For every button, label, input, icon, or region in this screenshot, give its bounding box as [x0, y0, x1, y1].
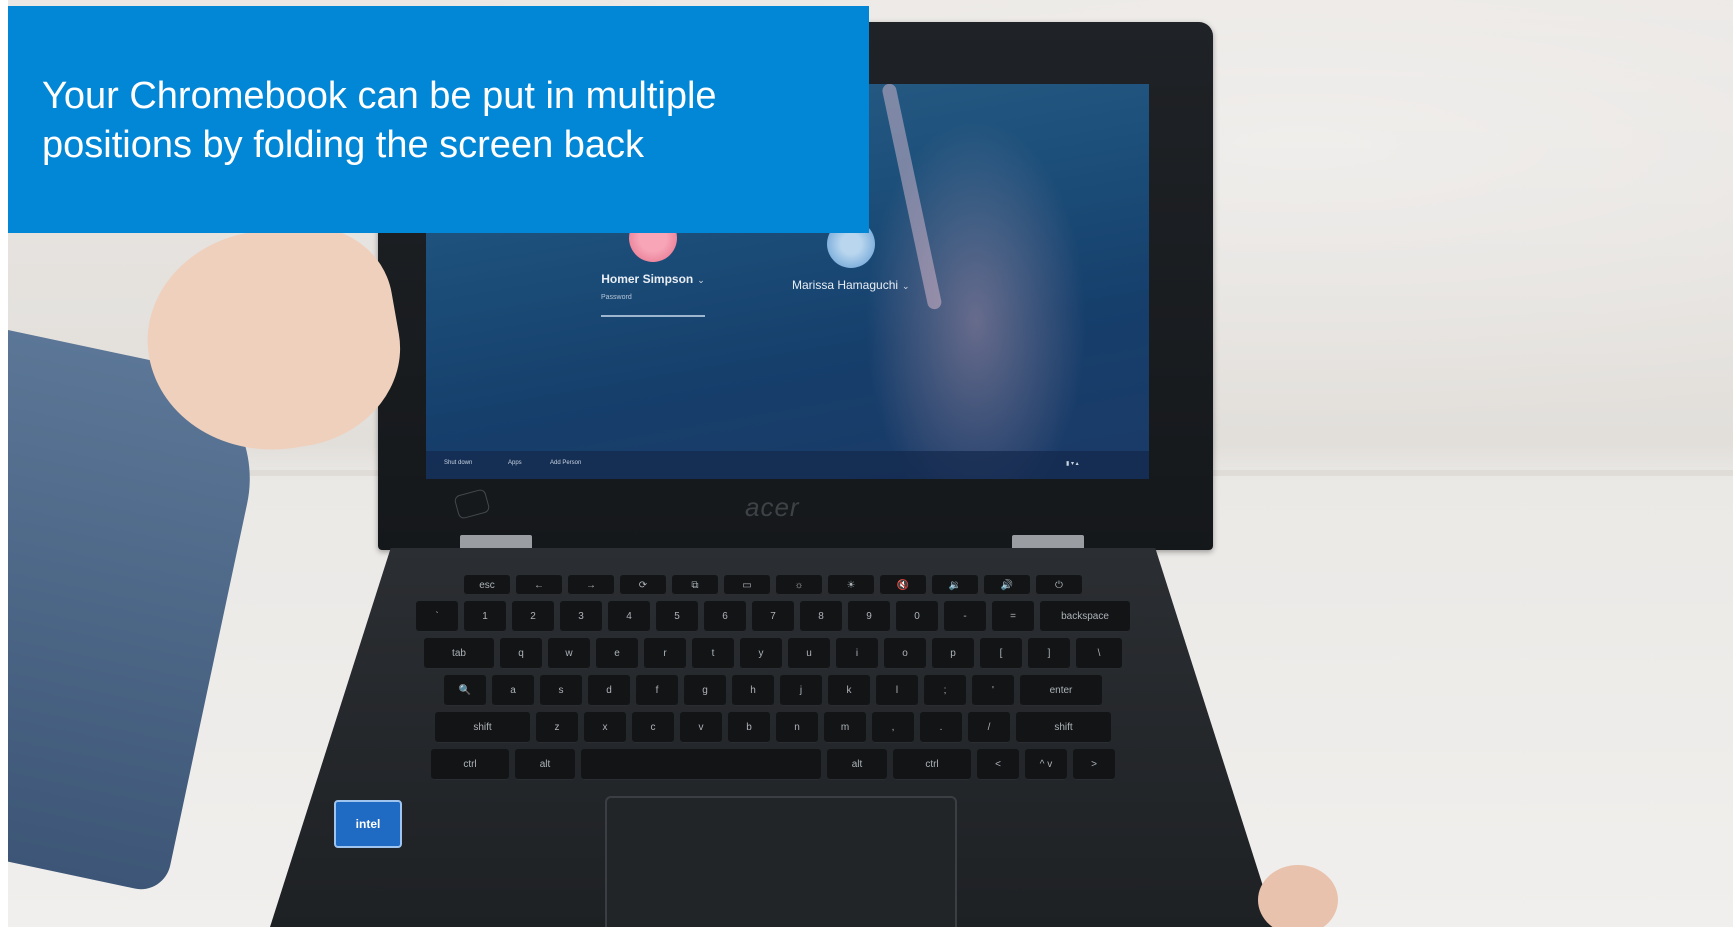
keyboard-key[interactable]: z — [536, 712, 578, 743]
keyboard-key[interactable]: ⏻ — [1036, 575, 1082, 595]
keyboard-key[interactable]: p — [932, 638, 974, 669]
keyboard-row: ` 1 2 3 4 5 6 7 8 9 0- = backspace — [358, 601, 1188, 632]
keyboard-key[interactable]: a — [492, 675, 534, 706]
keyboard-key[interactable]: 8 — [800, 601, 842, 632]
keyboard-key[interactable]: k — [828, 675, 870, 706]
keyboard-key[interactable]: m — [824, 712, 866, 743]
keyboard-key[interactable]: 🔉 — [932, 575, 978, 595]
chevron-down-icon: ⌄ — [697, 275, 705, 285]
intel-badge: intel — [334, 800, 402, 848]
trackpad[interactable] — [605, 796, 957, 927]
keyboard-key[interactable]: 6 — [704, 601, 746, 632]
keyboard-key[interactable]: ` — [416, 601, 458, 632]
keyboard-key[interactable]: [ — [980, 638, 1022, 669]
keyboard-key[interactable]: u — [788, 638, 830, 669]
keyboard-key[interactable] — [581, 749, 821, 780]
keyboard-key[interactable]: g — [684, 675, 726, 706]
keyboard-key[interactable]: 🔊 — [984, 575, 1030, 595]
keyboard-key[interactable]: ⧉ — [672, 575, 718, 595]
keyboard-key[interactable]: ^ v — [1025, 749, 1067, 780]
keyboard-key[interactable]: o — [884, 638, 926, 669]
keyboard-key[interactable]: ] — [1028, 638, 1070, 669]
user-name: Homer Simpson — [601, 272, 694, 286]
keyboard-key[interactable]: 5 — [656, 601, 698, 632]
keyboard-key[interactable]: shift — [435, 712, 530, 743]
keyboard-key[interactable]: t — [692, 638, 734, 669]
keyboard-key[interactable]: 2 — [512, 601, 554, 632]
stylus-logo — [453, 488, 491, 520]
keyboard: esc ← → ⟳ ⧉ ▭ ☼ ☀ 🔇 🔉 🔊 ⏻ ` 1 2 3 4 5 6 7 8 9 0- = backspace tab q… — [358, 575, 1188, 780]
keyboard-key[interactable]: > — [1073, 749, 1115, 780]
keyboard-key[interactable]: < — [977, 749, 1019, 780]
caption-banner: Your Chromebook can be put in multiple p… — [8, 6, 869, 233]
keyboard-key[interactable]: 🔇 — [880, 575, 926, 595]
keyboard-row: shift z x c v b n m,. / shift — [358, 712, 1188, 743]
apps-button[interactable]: Apps — [508, 460, 522, 466]
keyboard-key[interactable]: ▭ — [724, 575, 770, 595]
password-label: Password — [601, 294, 632, 301]
chevron-down-icon: ⌄ — [902, 281, 910, 291]
keyboard-row: 🔍 a s d f g h j k l; ' enter — [358, 675, 1188, 706]
keyboard-key[interactable]: c — [632, 712, 674, 743]
keyboard-key[interactable]: ctrl — [431, 749, 509, 780]
keyboard-key[interactable]: y — [740, 638, 782, 669]
keyboard-key[interactable]: l — [876, 675, 918, 706]
shelf: Shut down Apps Add Person ▮ ▾ ▴ — [426, 451, 1149, 479]
keyboard-key[interactable]: 9 — [848, 601, 890, 632]
keyboard-key[interactable]: f — [636, 675, 678, 706]
brand-logo: acer — [745, 492, 800, 522]
keyboard-key[interactable]: 0 — [896, 601, 938, 632]
keyboard-key[interactable]: b — [728, 712, 770, 743]
caption-text: Your Chromebook can be put in multiple p… — [42, 75, 717, 166]
keyboard-key[interactable]: ← — [516, 575, 562, 595]
keyboard-row: ctrl alt alt ctrl < ^ v > — [358, 749, 1188, 780]
shutdown-button[interactable]: Shut down — [444, 460, 472, 466]
keyboard-key[interactable]: q — [500, 638, 542, 669]
person-fingers — [1258, 865, 1338, 927]
keyboard-key[interactable]: ; — [924, 675, 966, 706]
keyboard-key[interactable]: enter — [1020, 675, 1102, 706]
keyboard-key[interactable]: tab — [424, 638, 494, 669]
keyboard-key[interactable]: esc — [464, 575, 510, 595]
keyboard-key[interactable]: alt — [515, 749, 575, 780]
keyboard-key[interactable]: shift — [1016, 712, 1111, 743]
keyboard-key[interactable]: ' — [972, 675, 1014, 706]
status-tray[interactable]: ▮ ▾ ▴ — [1066, 460, 1079, 467]
keyboard-key[interactable]: ⟳ — [620, 575, 666, 595]
keyboard-key[interactable]: alt — [827, 749, 887, 780]
keyboard-key[interactable]: 7 — [752, 601, 794, 632]
keyboard-key[interactable]: , — [872, 712, 914, 743]
keyboard-key[interactable]: w — [548, 638, 590, 669]
keyboard-key[interactable]: n — [776, 712, 818, 743]
keyboard-key[interactable]: \ — [1076, 638, 1122, 669]
keyboard-key[interactable]: x — [584, 712, 626, 743]
keyboard-key[interactable]: - — [944, 601, 986, 632]
keyboard-key[interactable]: d — [588, 675, 630, 706]
keyboard-key[interactable]: ☀ — [828, 575, 874, 595]
keyboard-key[interactable]: ctrl — [893, 749, 971, 780]
keyboard-key[interactable]: 4 — [608, 601, 650, 632]
keyboard-key[interactable]: i — [836, 638, 878, 669]
keyboard-key[interactable]: v — [680, 712, 722, 743]
keyboard-key[interactable]: → — [568, 575, 614, 595]
keyboard-key[interactable]: e — [596, 638, 638, 669]
keyboard-key[interactable]: / — [968, 712, 1010, 743]
user-name: Marissa Hamaguchi — [792, 278, 899, 292]
keyboard-key[interactable]: backspace — [1040, 601, 1130, 632]
keyboard-key[interactable]: s — [540, 675, 582, 706]
add-person-button[interactable]: Add Person — [550, 460, 581, 466]
keyboard-key[interactable]: j — [780, 675, 822, 706]
keyboard-key[interactable]: . — [920, 712, 962, 743]
keyboard-key[interactable]: ☼ — [776, 575, 822, 595]
keyboard-key[interactable]: 3 — [560, 601, 602, 632]
keyboard-key[interactable]: 1 — [464, 601, 506, 632]
keyboard-key[interactable]: 🔍 — [444, 675, 486, 706]
keyboard-key[interactable]: h — [732, 675, 774, 706]
keyboard-row: esc ← → ⟳ ⧉ ▭ ☼ ☀ 🔇 🔉 🔊 ⏻ — [358, 575, 1188, 595]
keyboard-key[interactable]: = — [992, 601, 1034, 632]
password-field[interactable] — [601, 315, 705, 317]
keyboard-key[interactable]: r — [644, 638, 686, 669]
keyboard-row: tab q w e r t y u i o p[] \ — [358, 638, 1188, 669]
